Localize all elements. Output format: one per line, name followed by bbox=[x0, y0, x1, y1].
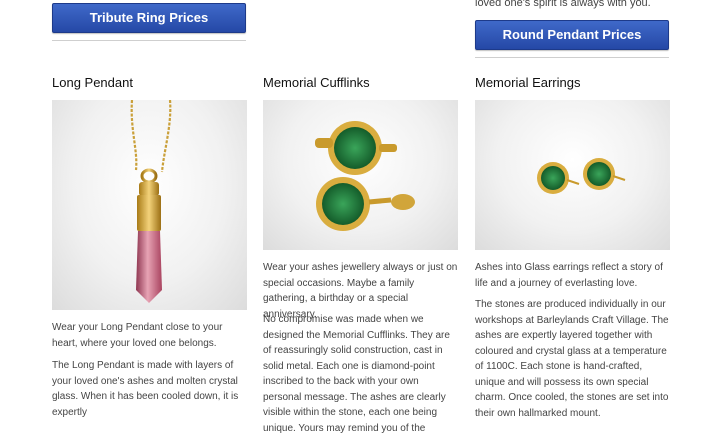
memorial-cufflinks-image bbox=[263, 100, 458, 250]
long-pendant-description: The Long Pendant is made with layers of … bbox=[52, 360, 239, 418]
previous-description-text: loved one's spirit is always with you. bbox=[475, 0, 651, 9]
memorial-earrings-image bbox=[475, 100, 670, 250]
round-pendant-prices-button[interactable]: Round Pendant Prices bbox=[475, 20, 669, 50]
cufflinks-description: No compromise was made when we designed … bbox=[263, 314, 450, 434]
earrings-intro: Ashes into Glass earrings reflect a stor… bbox=[475, 262, 663, 289]
tribute-ring-prices-button[interactable]: Tribute Ring Prices bbox=[52, 3, 246, 33]
divider bbox=[52, 40, 246, 41]
divider bbox=[475, 57, 669, 58]
earrings-illustration bbox=[537, 158, 626, 194]
memorial-cufflinks-title: Memorial Cufflinks bbox=[263, 75, 370, 90]
long-pendant-intro: Wear your Long Pendant close to your hea… bbox=[52, 322, 223, 349]
long-pendant-title: Long Pendant bbox=[52, 75, 133, 90]
long-pendant-image bbox=[52, 100, 247, 310]
long-pendant-illustration bbox=[130, 100, 172, 303]
cufflinks-illustration bbox=[315, 121, 415, 231]
earrings-description: The stones are produced individually in … bbox=[475, 299, 669, 419]
memorial-earrings-title: Memorial Earrings bbox=[475, 75, 581, 90]
